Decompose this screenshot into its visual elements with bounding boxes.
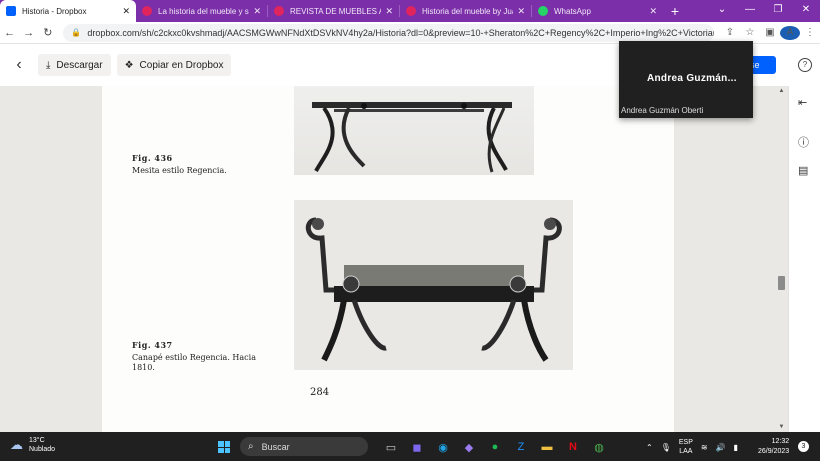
netflix-icon[interactable]: N bbox=[560, 438, 586, 456]
site-icon bbox=[142, 6, 152, 16]
zoom-icon[interactable]: Z bbox=[508, 438, 534, 456]
volume-icon[interactable]: 🔊 bbox=[716, 443, 726, 452]
copy-label: Copiar en Dropbox bbox=[139, 59, 224, 71]
tab-revista[interactable]: REVISTA DE MUEBLES ANTIGU ✕ bbox=[268, 0, 399, 22]
fig436-caption: Mesita estilo Regencia. bbox=[132, 166, 227, 175]
fig437-caption-line2: 1810. bbox=[132, 363, 155, 372]
language-indicator[interactable]: ESP LAA bbox=[679, 438, 693, 456]
tab-title: Historia - Dropbox bbox=[22, 6, 87, 16]
search-icon: ⌕ bbox=[248, 441, 254, 452]
figure-437-image bbox=[294, 200, 573, 370]
scroll-thumb[interactable] bbox=[778, 276, 785, 290]
scroll-down-arrow[interactable]: ▼ bbox=[777, 424, 786, 430]
tooltip-full-name: Andrea Guzmán Oberti bbox=[621, 106, 704, 115]
close-tab-icon[interactable]: ✕ bbox=[122, 6, 130, 17]
right-side-panel: ⇤ ⓘ ▤ bbox=[788, 86, 820, 432]
forward-button[interactable]: → bbox=[19, 27, 38, 39]
tab-dropbox[interactable]: Historia - Dropbox ✕ bbox=[0, 0, 136, 22]
file-explorer-icon[interactable]: ▬ bbox=[534, 438, 560, 456]
tab-title: REVISTA DE MUEBLES ANTIGU bbox=[290, 6, 382, 16]
page-number: 284 bbox=[310, 387, 330, 398]
taskbar-search[interactable]: ⌕ Buscar bbox=[240, 437, 368, 456]
sidepanel-icon[interactable]: ▣ bbox=[760, 27, 780, 38]
figure-436-image bbox=[294, 86, 534, 175]
scroll-up-arrow[interactable]: ▲ bbox=[777, 88, 786, 94]
lock-icon[interactable]: 🔒 bbox=[71, 28, 81, 37]
notification-badge[interactable]: 3 bbox=[798, 441, 809, 452]
date: 26/9/2023 bbox=[758, 448, 790, 455]
windows-start-icon[interactable] bbox=[218, 441, 230, 453]
vertical-scrollbar[interactable]: ▲ ▼ bbox=[777, 86, 786, 432]
clock[interactable]: 12:32 26/9/2023 bbox=[758, 437, 789, 457]
battery-icon[interactable]: ▮ bbox=[734, 443, 738, 452]
download-button[interactable]: ⤓ Descargar bbox=[38, 54, 111, 76]
info-icon[interactable]: ⓘ bbox=[798, 134, 809, 150]
tab-title: WhatsApp bbox=[554, 6, 591, 16]
tab-bar: Historia - Dropbox ✕ La historia del mue… bbox=[0, 0, 820, 22]
share-icon[interactable]: ⇪ bbox=[720, 27, 740, 38]
restore-button[interactable]: ❐ bbox=[764, 0, 792, 22]
system-tray: ⌃ 🎙 ESP LAA ≋ 🔊 ▮ bbox=[646, 438, 746, 456]
tab-title: La historia del mueble y su e bbox=[158, 6, 249, 16]
dropbox-icon bbox=[6, 6, 16, 16]
site-icon bbox=[406, 6, 416, 16]
pdf-viewer[interactable]: Fig. 436 Mesita estilo Regencia. Fig. 43… bbox=[0, 86, 788, 432]
comment-icon[interactable]: ▤ bbox=[798, 164, 808, 177]
time: 12:32 bbox=[771, 438, 790, 445]
chrome-icon[interactable]: ◍ bbox=[586, 438, 612, 456]
collapse-panel-icon[interactable]: ⇤ bbox=[798, 96, 807, 109]
spotify-icon[interactable]: ● bbox=[482, 438, 508, 456]
back-button[interactable]: ← bbox=[0, 27, 19, 39]
download-icon: ⤓ bbox=[46, 59, 51, 71]
close-tab-icon[interactable]: ✕ bbox=[649, 6, 657, 17]
minimize-button[interactable]: — bbox=[736, 0, 764, 22]
whatsapp-icon bbox=[538, 6, 548, 16]
microphone-icon[interactable]: 🎙 bbox=[661, 443, 671, 452]
profile-avatar[interactable]: A bbox=[780, 25, 800, 40]
site-icon bbox=[274, 6, 284, 16]
url-field[interactable]: 🔒 dropbox.com/sh/c2ckxc0kvshmadj/AACSMGW… bbox=[63, 23, 714, 42]
dropbox-icon: ❖ bbox=[124, 59, 134, 71]
back-arrow-icon[interactable]: ‹ bbox=[0, 56, 38, 74]
task-view-icon[interactable]: ▭ bbox=[378, 438, 404, 456]
close-tab-icon[interactable]: ✕ bbox=[517, 6, 525, 17]
help-icon[interactable]: ? bbox=[798, 58, 812, 72]
chat-icon[interactable]: ◼ bbox=[404, 438, 430, 456]
url-text: dropbox.com/sh/c2ckxc0kvshmadj/AACSMGWwN… bbox=[87, 27, 714, 38]
tab-historia-juan[interactable]: Historia del mueble by Juan ✕ bbox=[400, 0, 531, 22]
menu-icon[interactable]: ⋮ bbox=[800, 27, 820, 38]
search-placeholder: Buscar bbox=[261, 441, 290, 452]
fig437-caption-line1: Canapé estilo Regencia. Hacia bbox=[132, 353, 256, 362]
temperature: 13°C bbox=[29, 437, 45, 444]
show-hidden-icons[interactable]: ⌃ bbox=[646, 443, 653, 452]
close-tab-icon[interactable]: ✕ bbox=[253, 6, 261, 17]
new-tab-button[interactable]: + bbox=[663, 0, 687, 22]
weather-condition: Nublado bbox=[29, 446, 56, 453]
address-bar-actions: ⇪ ☆ ▣ A ⋮ bbox=[720, 25, 820, 40]
weather-widget[interactable]: ☁ 13°C Nublado bbox=[10, 436, 55, 454]
windows-taskbar: ☁ 13°C Nublado ⌕ Buscar ▭ ◼ ◉ ◆ ● Z ▬ N … bbox=[0, 432, 820, 461]
fig436-label: Fig. 436 bbox=[132, 153, 173, 163]
taskbar-apps: ▭ ◼ ◉ ◆ ● Z ▬ N ◍ bbox=[378, 438, 612, 456]
tab-title: Historia del mueble by Juan bbox=[422, 6, 514, 16]
edge-icon[interactable]: ◉ bbox=[430, 438, 456, 456]
copy-to-dropbox-button[interactable]: ❖ Copiar en Dropbox bbox=[116, 54, 232, 76]
window-controls: ⌄ — ❐ ✕ bbox=[708, 0, 820, 22]
fig437-label: Fig. 437 bbox=[132, 340, 173, 350]
cloud-icon: ☁ bbox=[10, 437, 23, 452]
user-tooltip: Andrea Guzmán... Andrea Guzmán Oberti bbox=[619, 41, 753, 118]
bookmark-star-icon[interactable]: ☆ bbox=[740, 27, 760, 38]
app-icon[interactable]: ◆ bbox=[456, 438, 482, 456]
reload-button[interactable]: ↻ bbox=[38, 26, 57, 39]
close-window-button[interactable]: ✕ bbox=[792, 0, 820, 22]
tab-whatsapp[interactable]: WhatsApp ✕ bbox=[532, 0, 663, 22]
download-label: Descargar bbox=[56, 59, 103, 71]
wifi-icon[interactable]: ≋ bbox=[701, 443, 708, 452]
tab-search-icon[interactable]: ⌄ bbox=[708, 0, 736, 22]
tab-historia-mueble[interactable]: La historia del mueble y su e ✕ bbox=[136, 0, 267, 22]
tooltip-name: Andrea Guzmán... bbox=[647, 73, 737, 84]
close-tab-icon[interactable]: ✕ bbox=[385, 6, 393, 17]
